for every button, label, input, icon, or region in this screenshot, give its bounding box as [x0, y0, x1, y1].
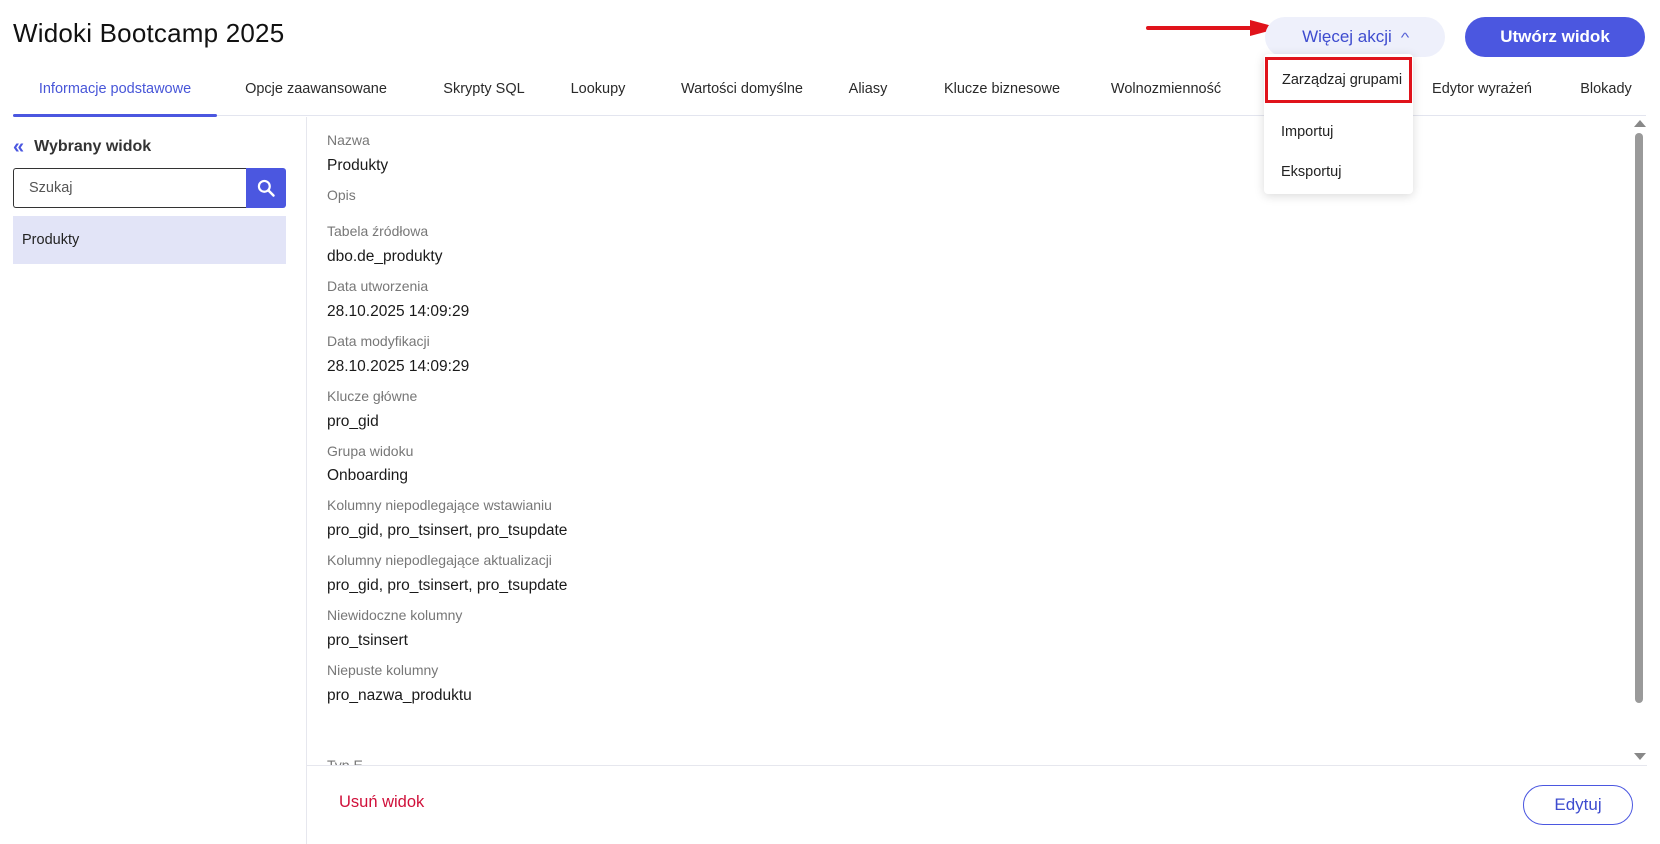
list-item[interactable]: Produkty — [13, 216, 286, 264]
field-label: Opis — [327, 187, 356, 203]
field-label: Nazwa — [327, 132, 370, 148]
field-label: Kolumny niepodlegające wstawianiu — [327, 497, 552, 513]
menu-item-manage-groups[interactable]: Zarządzaj grupami — [1265, 57, 1412, 103]
sidebar-search — [13, 168, 286, 208]
field-label: Data modyfikacji — [327, 333, 430, 349]
field-value: dbo.de_produkty — [327, 248, 443, 265]
page-title: Widoki Bootcamp 2025 — [13, 18, 285, 48]
field-label: Data utworzenia — [327, 278, 429, 294]
sidebar-header: « Wybrany widok — [13, 136, 151, 158]
field-value: Onboarding — [327, 467, 409, 484]
field-value: pro_nazwa_produktu — [327, 687, 472, 704]
tab-business-keys[interactable]: Klucze biznesowe — [928, 68, 1076, 116]
scroll-up-arrow-icon[interactable] — [1634, 120, 1646, 127]
field-value: 28.10.2025 14:09:29 — [327, 358, 470, 375]
tab-aliases[interactable]: Aliasy — [838, 68, 898, 116]
more-actions-button[interactable]: Więcej akcji ^ — [1265, 17, 1445, 57]
field-value: pro_gid — [327, 413, 379, 430]
field-label: Tabela źródłowa — [327, 223, 429, 239]
tab-advanced-options[interactable]: Opcje zaawansowane — [231, 68, 401, 116]
tab-slowly-changing[interactable]: Wolnozmienność — [1096, 68, 1236, 116]
field-label: Niepuste kolumny — [327, 662, 439, 678]
field-value: Produkty — [327, 157, 389, 174]
annotation-arrow — [1146, 20, 1280, 36]
collapse-sidebar-icon[interactable]: « — [13, 136, 24, 159]
field-label: Grupa widoku — [327, 443, 414, 459]
delete-view-button[interactable]: Usuń widok — [339, 793, 424, 812]
field-value: 28.10.2025 14:09:29 — [327, 303, 470, 320]
tab-sql-scripts[interactable]: Skrypty SQL — [424, 68, 544, 116]
tab-locks[interactable]: Blokady — [1565, 68, 1647, 116]
field-value: pro_gid, pro_tsinsert, pro_tsupdate — [327, 577, 568, 594]
field-label: Kolumny niepodlegające aktualizacji — [327, 552, 552, 568]
tab-default-values[interactable]: Wartości domyślne — [664, 68, 820, 116]
scroll-down-arrow-icon[interactable] — [1634, 753, 1646, 760]
field-label: Niewidoczne kolumny — [327, 607, 463, 623]
search-button[interactable] — [246, 168, 286, 208]
tab-expression-editor[interactable]: Edytor wyrażeń — [1417, 68, 1547, 116]
menu-item-export[interactable]: Eksportuj — [1264, 152, 1413, 192]
sidebar-title: Wybrany widok — [34, 138, 152, 155]
field-label: Klucze główne — [327, 388, 418, 404]
more-actions-label: Więcej akcji — [1302, 27, 1392, 46]
create-view-button[interactable]: Utwórz widok — [1465, 17, 1645, 57]
edit-button[interactable]: Edytuj — [1523, 785, 1633, 825]
field-value: pro_gid, pro_tsinsert, pro_tsupdate — [327, 522, 568, 539]
field-label: Typ E — [327, 757, 363, 765]
tab-basic-info[interactable]: Informacje podstawowe — [13, 68, 217, 117]
search-icon — [257, 179, 275, 197]
field-value: pro_tsinsert — [327, 632, 408, 649]
footer-divider — [307, 765, 1647, 766]
chevron-up-icon: ^ — [1400, 29, 1410, 45]
more-actions-menu: Zarządzaj grupami Importuj Eksportuj — [1264, 54, 1413, 194]
scrollbar-thumb[interactable] — [1635, 133, 1643, 703]
menu-item-import[interactable]: Importuj — [1264, 112, 1413, 152]
search-input[interactable] — [13, 168, 247, 208]
details-panel: Nazwa Produkty Opis Tabela źródłowa dbo.… — [307, 117, 1633, 765]
tab-lookups[interactable]: Lookupy — [558, 68, 638, 116]
